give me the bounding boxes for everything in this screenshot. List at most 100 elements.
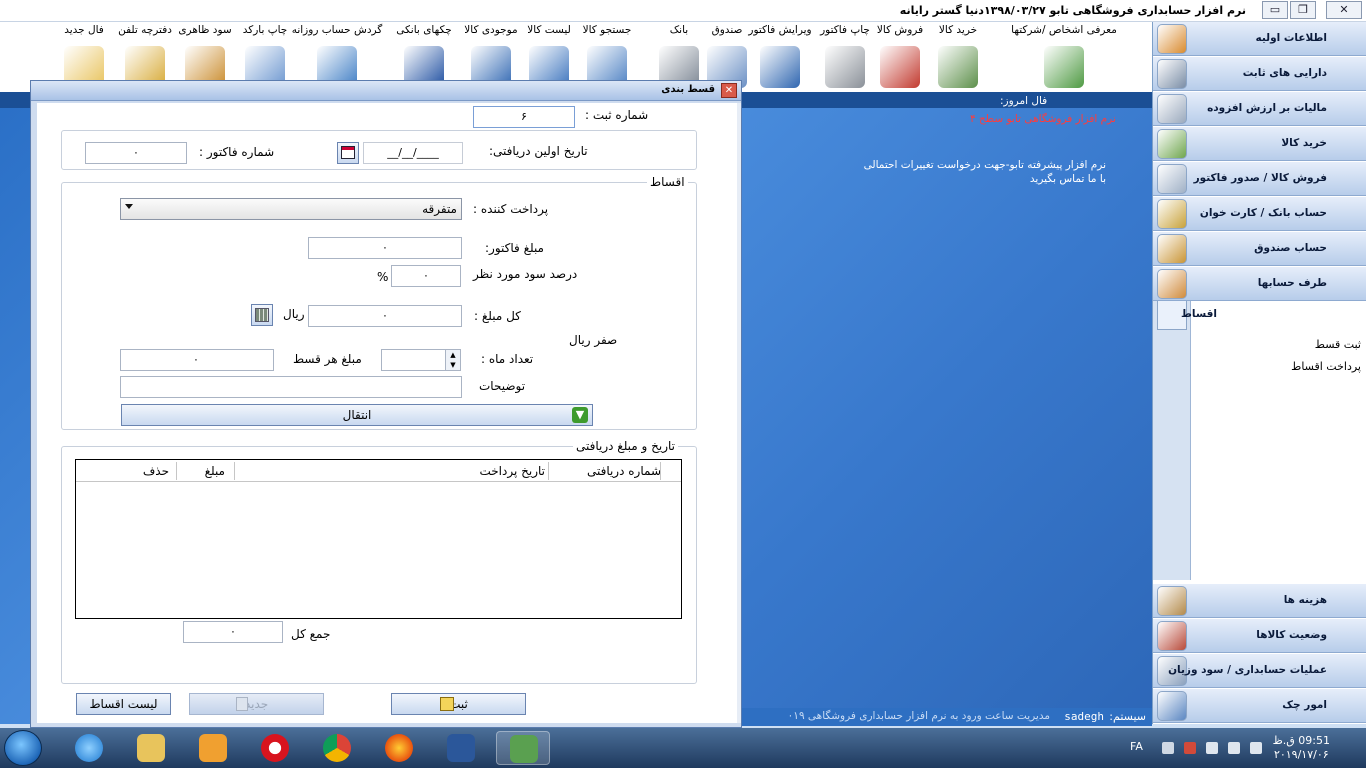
note-pen-icon (440, 697, 454, 711)
installment-grid[interactable]: شماره دریافتی تاریخ پرداخت مبلغ حذف (75, 459, 682, 619)
payer-value: متفرقه (422, 202, 457, 216)
col-amount[interactable]: مبلغ (205, 464, 225, 478)
nav-item[interactable]: مالیات بر ارزش افزوده (1153, 92, 1366, 126)
devices-icon[interactable] (1206, 742, 1218, 754)
stepper-arrows[interactable]: ▲ ▼ (445, 350, 460, 370)
nav-item-label: وضعیت کالاها (1256, 629, 1327, 641)
cup-icon (1157, 586, 1187, 616)
status-user: sadegh (1064, 710, 1104, 723)
payer-dropdown[interactable]: متفرقه (120, 198, 462, 220)
payer-label: پرداخت کننده : (473, 202, 549, 216)
nav-item-label: هزینه ها (1283, 594, 1327, 606)
nav-item[interactable]: اطلاعات اولیه (1153, 22, 1366, 56)
profit-percent-field[interactable]: ۰ (391, 265, 461, 287)
app-title-bar: نرم افزار حسابداری فروشگاهی تابو ۱۳۹۸/۰۳… (0, 0, 1366, 22)
users-icon (1157, 24, 1187, 54)
start-button[interactable] (4, 730, 42, 766)
trash-bin-icon (938, 46, 978, 88)
toolbar-button-label: جستجو کالا (582, 24, 632, 36)
dialog-body: شماره ثبت : ۶ تاریخ اولین دریافتی: __/__… (37, 103, 737, 723)
right-navigation: اقساط ثبت قسط پرداخت اقساط اطلاعات اولیه… (1152, 22, 1366, 724)
close-window-button[interactable]: ✕ (1326, 1, 1362, 19)
printer-icon (825, 46, 865, 88)
chevron-down-icon (125, 204, 133, 209)
version-text: نرم افزار فروشگاهی تابو سطح ۴ (970, 113, 1116, 125)
total-amount-field[interactable]: ۰ (308, 305, 462, 327)
system-tray: FA 09:51 ق.ظ ۲۰۱۹/۱۷/۰۶ (1106, 728, 1366, 768)
taskbar-word[interactable] (434, 731, 488, 765)
language-indicator[interactable]: FA (1130, 740, 1143, 753)
register-icon (1157, 59, 1187, 89)
clock[interactable]: 09:51 ق.ظ ۲۰۱۹/۱۷/۰۶ (1273, 734, 1330, 762)
calculator-button[interactable] (251, 304, 273, 326)
show-hidden-icons-icon[interactable] (1162, 742, 1174, 754)
nav-item[interactable]: طرف حسابها (1153, 267, 1366, 301)
nav-item[interactable]: امور چک (1153, 689, 1366, 723)
description-field[interactable] (120, 376, 462, 398)
calendar-button[interactable] (337, 142, 359, 164)
grand-total-field[interactable]: ۰ (183, 621, 283, 643)
transfer-button[interactable]: انتقال ▼ (121, 404, 593, 426)
taskbar-media[interactable] (186, 731, 240, 765)
check-pen-icon (1157, 691, 1187, 721)
action-center-icon[interactable] (1250, 742, 1262, 754)
taskbar-opera[interactable] (248, 731, 302, 765)
col-delete[interactable]: حذف (143, 464, 169, 478)
taskbar-ie[interactable] (62, 731, 116, 765)
toolbar-button[interactable]: فروش کالا (870, 22, 930, 92)
daily-fortune-title: فال امروز: (1000, 95, 1048, 107)
nav-item-label: حساب بانک / کارت خوان (1199, 207, 1327, 219)
restore-button[interactable]: ❐ (1290, 1, 1316, 19)
nav-item-label: اطلاعات اولیه (1255, 32, 1327, 44)
nav-section-title: اقساط (1180, 308, 1217, 320)
nav-item-label: طرف حسابها (1257, 277, 1327, 289)
taskbar-explorer[interactable] (124, 731, 178, 765)
taskbar-firefox[interactable] (372, 731, 426, 765)
minimize-button[interactable]: ▭ (1262, 1, 1288, 19)
save-button[interactable]: ثبت (391, 693, 526, 715)
person-add-icon (1044, 46, 1084, 88)
volume-icon[interactable] (1228, 742, 1240, 754)
toolbar-button[interactable]: معرفی اشخاص /شرکتها (1011, 22, 1117, 92)
status-bar: سیستم: sadegh مدیریت ساعت ورود به نرم اف… (740, 708, 1152, 726)
clock-date: ۲۰۱۹/۱۷/۰۶ (1273, 748, 1329, 761)
nav-item[interactable]: وضعیت کالاها (1153, 619, 1366, 653)
nav-link-pay-installments[interactable]: پرداخت اقساط (1291, 360, 1361, 373)
nav-item[interactable]: عملیات حسابداری / سود وزیان (1153, 654, 1366, 688)
invoice-number-label: شماره فاکتور : (199, 145, 275, 159)
new-button[interactable]: جدید (189, 693, 324, 715)
nav-item[interactable]: هزینه ها (1153, 584, 1366, 618)
arrow-down-icon: ▼ (572, 407, 588, 423)
clipboard-check-icon (880, 46, 920, 88)
dialog-close-button[interactable]: ✕ (721, 83, 737, 98)
toolbar-button-label: گردش حساب روزانه (291, 24, 383, 36)
first-receipt-date-label: تاریخ اولین دریافتی: (489, 144, 588, 158)
nav-item[interactable]: فروش کالا / صدور فاکتور (1153, 162, 1366, 196)
installments-list-button[interactable]: لیست اقساط (76, 693, 171, 715)
col-receipt-number[interactable]: شماره دریافتی (587, 464, 661, 478)
taskbar-chrome[interactable] (310, 731, 364, 765)
nav-link-register-installment[interactable]: ثبت قسط (1315, 338, 1361, 351)
nav-item[interactable]: حساب صندوق (1153, 232, 1366, 266)
taskbar-accounting-app[interactable] (496, 731, 550, 765)
reg-number-field[interactable]: ۶ (473, 106, 575, 128)
invoice-number-field[interactable]: ۰ (85, 142, 187, 164)
invoice-amount-field[interactable]: ۰ (308, 237, 462, 259)
toolbar-button-label: خرید کالا (938, 24, 978, 36)
nav-item[interactable]: خرید کالا (1153, 127, 1366, 161)
nav-item[interactable]: حساب بانک / کارت خوان (1153, 197, 1366, 231)
installment-amount-field[interactable]: ۰ (120, 349, 274, 371)
network-status-icon[interactable] (1184, 742, 1196, 754)
toolbar-button[interactable]: ویرایش فاکتور (748, 22, 812, 92)
nav-item[interactable]: دارایی های ثابت (1153, 57, 1366, 91)
rial-label: ریال (283, 307, 305, 321)
invoice-amount-label: مبلغ فاکتور: (485, 241, 544, 255)
nav-item-label: دارایی های ثابت (1242, 67, 1327, 79)
toolbar-button[interactable]: خرید کالا (928, 22, 988, 92)
new-doc-icon (236, 697, 248, 711)
col-payment-date[interactable]: تاریخ پرداخت (479, 464, 545, 478)
toolbar-button[interactable]: چاپ فاکتور (815, 22, 875, 92)
box-icon (1157, 621, 1187, 651)
first-receipt-date-field[interactable]: __/__/____ (363, 142, 463, 164)
dialog-title: قسط بندی (661, 84, 715, 95)
